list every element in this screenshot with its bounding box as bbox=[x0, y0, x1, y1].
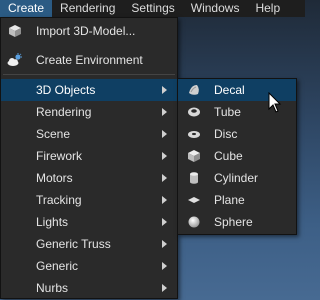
submenu-tracking[interactable]: Tracking bbox=[1, 189, 177, 211]
decal-icon bbox=[186, 82, 202, 98]
disc-item[interactable]: Disc bbox=[178, 123, 296, 145]
mouse-cursor-icon bbox=[268, 92, 282, 113]
menu-windows[interactable]: Windows bbox=[183, 0, 248, 17]
submenu-nurbs[interactable]: Nurbs bbox=[1, 277, 177, 299]
disc-icon bbox=[186, 126, 202, 142]
plane-label: Plane bbox=[214, 193, 245, 207]
submenu-label: Generic bbox=[36, 259, 79, 273]
cylinder-icon bbox=[186, 170, 202, 186]
submenu-scene[interactable]: Scene bbox=[1, 123, 177, 145]
submenu-3d-objects[interactable]: 3D Objects bbox=[1, 79, 177, 101]
cylinder-item[interactable]: Cylinder bbox=[178, 167, 296, 189]
sphere-item[interactable]: Sphere bbox=[178, 211, 296, 233]
submenu-firework[interactable]: Firework bbox=[1, 145, 177, 167]
submenu-label: Motors bbox=[36, 171, 73, 185]
menu-settings[interactable]: Settings bbox=[123, 0, 182, 17]
cube-import-icon bbox=[7, 23, 23, 39]
submenu-motors[interactable]: Motors bbox=[1, 167, 177, 189]
submenu-label: Scene bbox=[36, 127, 71, 141]
import-3d-model-label: Import 3D-Model... bbox=[36, 24, 136, 38]
menu-help[interactable]: Help bbox=[247, 0, 288, 17]
chevron-right-icon bbox=[162, 218, 167, 226]
sphere-label: Sphere bbox=[214, 215, 253, 229]
cylinder-label: Cylinder bbox=[214, 171, 259, 185]
submenu-generic-truss[interactable]: Generic Truss bbox=[1, 233, 177, 255]
create-environment-item[interactable]: Create Environment bbox=[1, 49, 177, 71]
disc-label: Disc bbox=[214, 127, 238, 141]
submenu-label: Firework bbox=[36, 149, 83, 163]
menu-separator bbox=[3, 74, 175, 75]
decal-label: Decal bbox=[214, 83, 245, 97]
menu-create[interactable]: Create bbox=[0, 0, 53, 17]
menu-rendering[interactable]: Rendering bbox=[52, 0, 123, 17]
chevron-right-icon bbox=[162, 174, 167, 182]
submenu-label: 3D Objects bbox=[36, 83, 96, 97]
chevron-right-icon bbox=[162, 108, 167, 116]
chevron-right-icon bbox=[162, 240, 167, 248]
menu-bar: Create Rendering Settings Windows Help bbox=[0, 0, 305, 17]
create-menu: Import 3D-Model... Create Environment 3D… bbox=[0, 17, 178, 299]
create-environment-label: Create Environment bbox=[36, 53, 143, 67]
submenu-label: Rendering bbox=[36, 105, 92, 119]
chevron-right-icon bbox=[162, 196, 167, 204]
chevron-right-icon bbox=[162, 130, 167, 138]
chevron-right-icon bbox=[162, 262, 167, 270]
cube-icon bbox=[186, 148, 202, 164]
tube-icon bbox=[186, 104, 202, 120]
chevron-right-icon bbox=[162, 152, 167, 160]
submenu-label: Nurbs bbox=[36, 281, 69, 295]
plane-item[interactable]: Plane bbox=[178, 189, 296, 211]
cloud-sun-icon bbox=[7, 52, 23, 68]
cube-label: Cube bbox=[214, 149, 243, 163]
submenu-generic[interactable]: Generic bbox=[1, 255, 177, 277]
submenu-label: Tracking bbox=[36, 193, 82, 207]
cube-item[interactable]: Cube bbox=[178, 145, 296, 167]
submenu-rendering[interactable]: Rendering bbox=[1, 101, 177, 123]
chevron-right-icon bbox=[162, 86, 167, 94]
submenu-label: Generic Truss bbox=[36, 237, 111, 251]
submenu-lights[interactable]: Lights bbox=[1, 211, 177, 233]
sphere-icon bbox=[186, 214, 202, 230]
chevron-right-icon bbox=[162, 284, 167, 292]
submenu-label: Lights bbox=[36, 215, 69, 229]
tube-label: Tube bbox=[214, 105, 241, 119]
import-3d-model-item[interactable]: Import 3D-Model... bbox=[1, 20, 177, 42]
plane-icon bbox=[186, 192, 202, 208]
